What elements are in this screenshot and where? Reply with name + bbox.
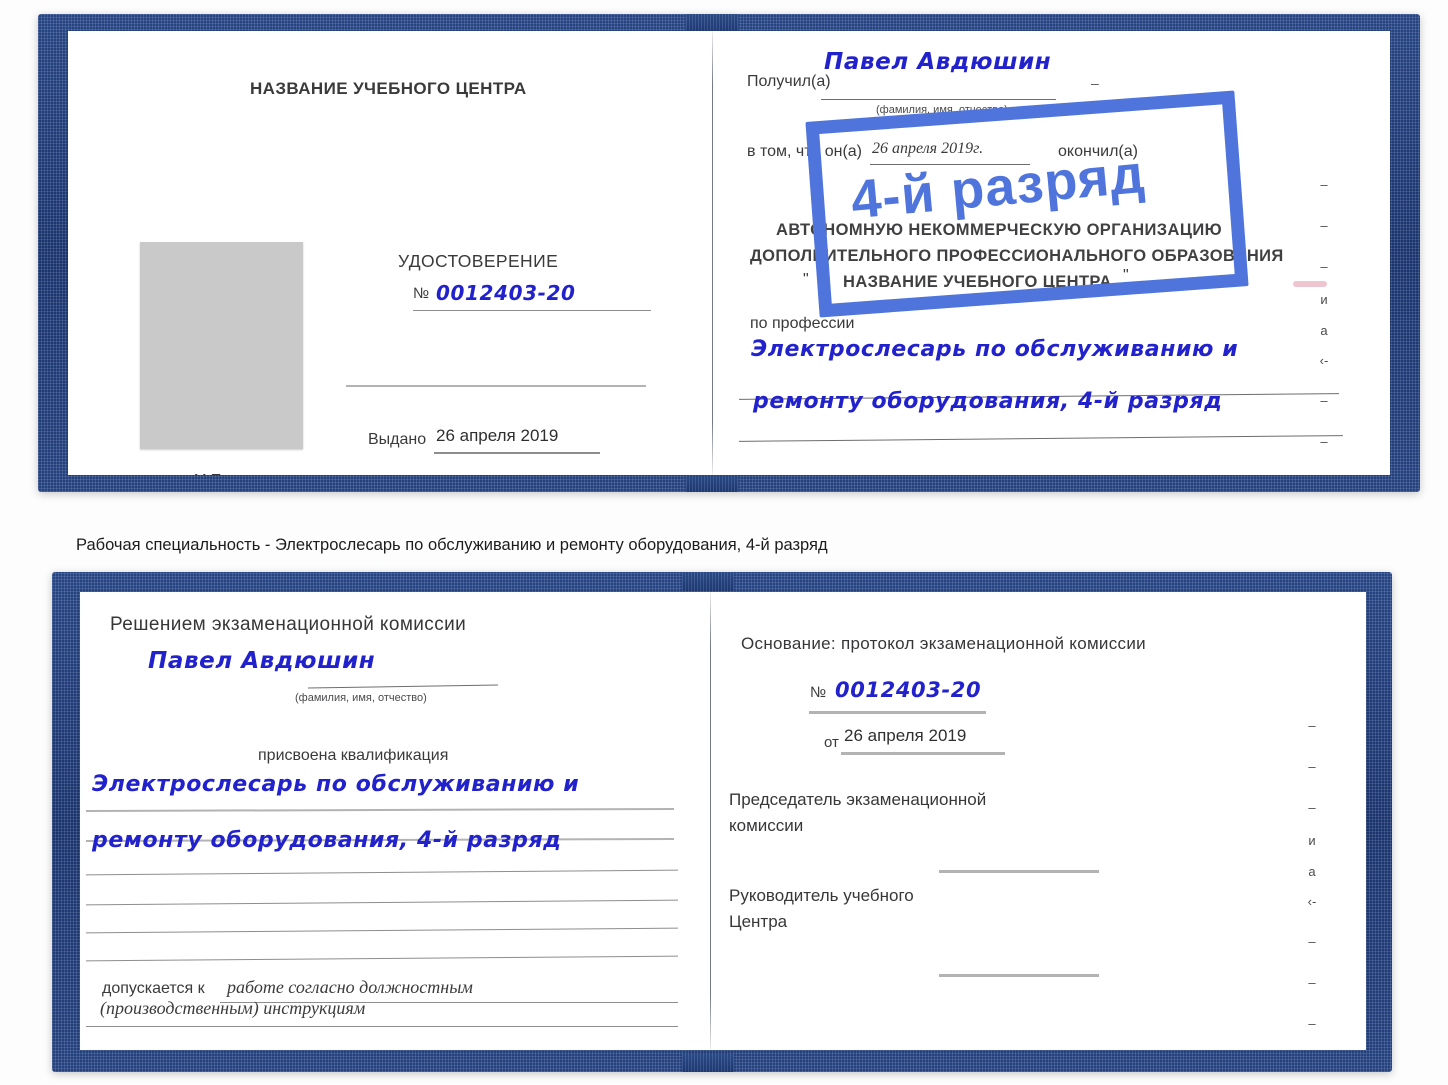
edge-fragment: – [1320, 434, 1328, 449]
edge-fragment: ‹- [1319, 353, 1329, 368]
document-type-label: УДОСТОВЕРЕНИЕ [398, 251, 559, 271]
blank-rule-4 [86, 955, 678, 962]
edge-fragment: – [1308, 975, 1316, 990]
number-rule [413, 310, 651, 311]
certificate-bottom-paper: Решением экзаменационной комиссии Павел … [80, 592, 1366, 1050]
head-line-2: Центра [729, 912, 788, 931]
blank-rule-2 [86, 899, 678, 906]
head-signature-rule [939, 974, 1099, 977]
certificate-bottom-right-page: Основание: протокол экзаменационной коми… [711, 592, 1366, 1050]
seal-label: М.П. [194, 471, 226, 475]
certificate-bottom: Решением экзаменационной комиссии Павел … [52, 572, 1392, 1072]
profession-rule-2 [739, 435, 1343, 442]
admitted-value-line-2: (производственным) инструкциям [100, 998, 366, 1018]
edge-fragment: ‹- [1307, 894, 1317, 909]
certificate-top-left-page: НАЗВАНИЕ УЧЕБНОГО ЦЕНТРА М.П. УДОСТОВЕРЕ… [68, 31, 712, 475]
chairman-line-1: Председатель экзаменационной [729, 790, 987, 809]
protocol-date-label: от [824, 734, 839, 751]
edge-fragment: а [1320, 323, 1328, 338]
qualification-rule-1 [85, 807, 675, 813]
issued-label: Выдано [368, 431, 427, 448]
protocol-number-symbol: № [810, 684, 827, 701]
edge-fragment-column: – – – и а ‹- – – – – [1303, 718, 1321, 1031]
spine-notch-bottom [682, 1053, 734, 1072]
student-name-value: Павел Авдюшин [148, 648, 376, 674]
profession-line-1: Электрослесарь по обслуживанию и [751, 337, 1239, 362]
protocol-date-rule [841, 752, 1005, 755]
blank-rule-left [346, 385, 646, 387]
edge-fragment: – [1308, 759, 1316, 774]
edge-fragment: – [1320, 177, 1328, 192]
org-quote-open: " [803, 271, 809, 288]
admitted-rule-2 [86, 1026, 678, 1027]
chairman-line-2: комиссии [729, 816, 804, 835]
basis-label: Основание: протокол экзаменационной коми… [741, 634, 1146, 653]
edge-fragment: – [1308, 934, 1316, 949]
issued-rule [434, 452, 600, 454]
issued-date-value: 26 апреля 2019 [436, 426, 559, 445]
qualification-label: присвоена квалификация [258, 747, 449, 764]
protocol-date-value: 26 апреля 2019 [844, 726, 967, 745]
blank-rule-1 [86, 869, 678, 876]
blank-rule-3 [86, 927, 678, 934]
received-label: Получил(а) [747, 73, 831, 90]
head-line-1: Руководитель учебного [729, 886, 914, 905]
protocol-number-value: 0012403-20 [835, 678, 982, 702]
edge-fragment: а [1308, 864, 1316, 879]
received-name-value: Павел Авдюшин [824, 49, 1052, 75]
received-dash: – [1091, 75, 1099, 91]
received-rule [821, 99, 1056, 100]
chairman-signature-rule [939, 870, 1099, 873]
edge-fragment: и [1308, 833, 1316, 848]
edge-fragment: – [1308, 718, 1316, 733]
certificate-number-value: 0012403-20 [436, 281, 576, 305]
qualification-line-1: Электрослесарь по обслуживанию и [92, 772, 580, 797]
spine-notch-bottom [686, 473, 738, 492]
number-symbol: № [413, 285, 430, 302]
edge-fragment: – [1320, 393, 1328, 408]
admitted-label: допускается к [102, 980, 205, 997]
qualification-line-2: ремонту оборудования, 4-й разряд [92, 828, 562, 853]
edge-fragment: – [1320, 259, 1328, 274]
profession-label: по профессии [750, 315, 855, 332]
photo-placeholder [140, 242, 303, 449]
training-center-heading: НАЗВАНИЕ УЧЕБНОГО ЦЕНТРА [250, 79, 527, 98]
edge-fragment-column: – – – и а ‹- – – – – [1315, 177, 1333, 449]
edge-fragment: – [1308, 1016, 1316, 1031]
spine-notch-top [682, 572, 734, 591]
certificate-bottom-left-page: Решением экзаменационной комиссии Павел … [80, 592, 710, 1050]
student-name-rule [308, 684, 498, 689]
profession-line-2: ремонту оборудования, 4-й разряд [753, 389, 1223, 414]
edge-fragment: – [1308, 800, 1316, 815]
protocol-number-rule [809, 711, 986, 714]
rank-stamp: 4-й разряд [805, 90, 1249, 318]
image-caption: Рабочая специальность - Электрослесарь п… [76, 536, 828, 554]
edge-fragment: – [1320, 218, 1328, 233]
student-name-hint: (фамилия, имя, отчество) [295, 692, 427, 704]
admitted-value-line-1: работе согласно должностным [227, 977, 473, 997]
commission-decision-heading: Решением экзаменационной комиссии [110, 614, 467, 635]
edge-fragment: и [1320, 292, 1328, 307]
